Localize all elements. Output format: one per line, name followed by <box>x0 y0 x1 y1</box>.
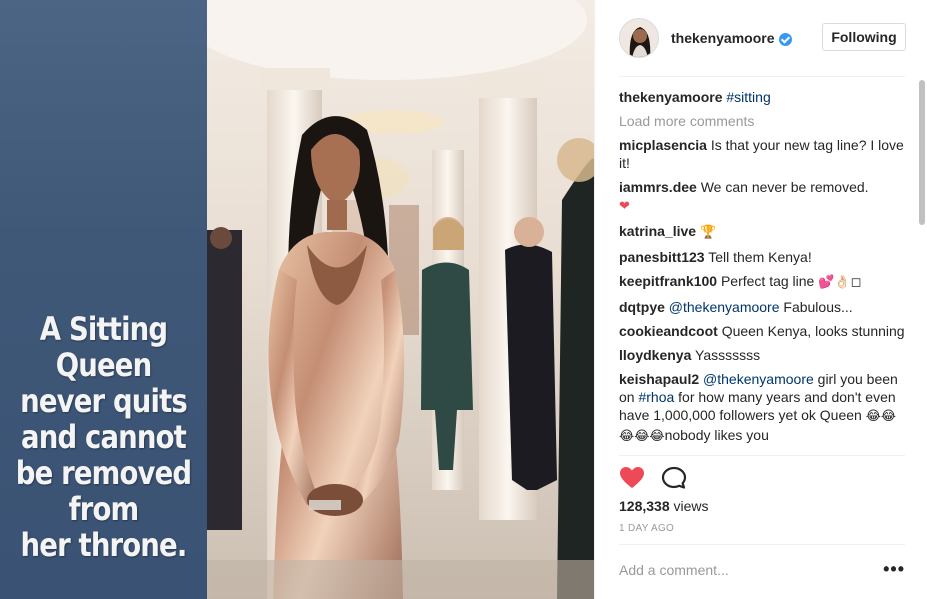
comment-username[interactable]: lloydkenya <box>619 347 691 363</box>
post-timestamp: 1 DAY AGO <box>619 523 675 534</box>
list-item: katrina_live 🏆 <box>619 222 909 242</box>
comment-username[interactable]: micplasencia <box>619 137 707 153</box>
comment-text: Yasssssss <box>695 347 761 363</box>
red-heart-emoji: ❤ <box>619 199 630 214</box>
username-link[interactable]: thekenyamoore <box>671 30 774 46</box>
comment-username[interactable]: iammrs.dee <box>619 179 697 195</box>
comment-text: nobody likes you <box>664 427 769 443</box>
list-item: panesbitt123 Tell them Kenya! <box>619 248 909 266</box>
comments-list[interactable]: thekenyamoore #sitting Load more comment… <box>619 88 909 454</box>
list-item: iammrs.dee We can never be removed. ❤ <box>619 178 909 216</box>
post-photo <box>207 0 594 599</box>
comment-username[interactable]: keishapaul2 <box>619 371 699 387</box>
quote-panel: A Sitting Queen never quits and cannot b… <box>0 0 207 599</box>
comment-text: We can never be removed. <box>700 179 869 195</box>
views-number: 128,338 <box>619 498 670 514</box>
load-more-comments-button[interactable]: Load more comments <box>619 112 909 130</box>
list-item: keishapaul2 @thekenyamoore girl you been… <box>619 370 909 446</box>
add-comment-input[interactable] <box>619 556 879 584</box>
list-item: cookieandcoot Queen Kenya, looks stunnin… <box>619 322 909 340</box>
list-item: keepitfrank100 Perfect tag line 💕👌🏻◻ <box>619 272 909 292</box>
caption-hashtag[interactable]: #sitting <box>726 89 770 105</box>
quote-text: A Sitting Queen never quits and cannot b… <box>15 310 192 564</box>
comment-icon[interactable] <box>661 466 687 490</box>
trophy-emoji: 🏆 <box>699 225 717 240</box>
list-item: lloydkenya Yasssssss <box>619 346 909 364</box>
comment-username[interactable]: katrina_live <box>619 223 696 239</box>
post-media[interactable]: A Sitting Queen never quits and cannot b… <box>0 0 594 599</box>
instagram-post: A Sitting Queen never quits and cannot b… <box>0 0 927 599</box>
comment-emoji: 💕👌🏻◻ <box>818 275 862 290</box>
more-options-icon[interactable]: ••• <box>883 560 905 578</box>
post-header: thekenyamoore Following <box>595 0 927 76</box>
views-count: 128,338 views <box>619 498 709 514</box>
comments-scrollbar[interactable] <box>919 80 925 225</box>
views-label: views <box>673 498 709 514</box>
comment-text: Queen Kenya, looks stunning <box>721 323 905 339</box>
following-button[interactable]: Following <box>822 23 906 51</box>
action-bar <box>619 466 687 490</box>
caption: thekenyamoore #sitting <box>619 88 909 106</box>
comment-username[interactable]: cookieandcoot <box>619 323 718 339</box>
heart-icon[interactable] <box>619 466 645 490</box>
verified-badge-icon <box>779 32 793 46</box>
comment-divider <box>619 544 905 545</box>
avatar[interactable] <box>619 18 659 58</box>
photo-illustration <box>207 0 594 599</box>
comment-mention[interactable]: @thekenyamoore <box>669 299 780 315</box>
comment-username[interactable]: panesbitt123 <box>619 249 705 265</box>
header-divider <box>619 76 905 77</box>
caption-username[interactable]: thekenyamoore <box>619 89 722 105</box>
avatar-image <box>620 19 658 57</box>
actions-divider <box>619 455 905 456</box>
list-item: micplasencia Is that your new tag line? … <box>619 136 909 172</box>
list-item: dqtpye @thekenyamoore Fabulous... <box>619 298 909 316</box>
comment-text: Tell them Kenya! <box>708 249 812 265</box>
comment-mention[interactable]: @thekenyamoore <box>703 371 814 387</box>
comment-text: Fabulous... <box>783 299 853 315</box>
comment-username[interactable]: keepitfrank100 <box>619 273 717 289</box>
comment-username[interactable]: dqtpye <box>619 299 665 315</box>
post-side-panel: thekenyamoore Following thekenyamoore #s… <box>594 0 927 599</box>
comment-hashtag[interactable]: #rhoa <box>638 389 674 405</box>
comment-text: Perfect tag line <box>720 273 815 289</box>
